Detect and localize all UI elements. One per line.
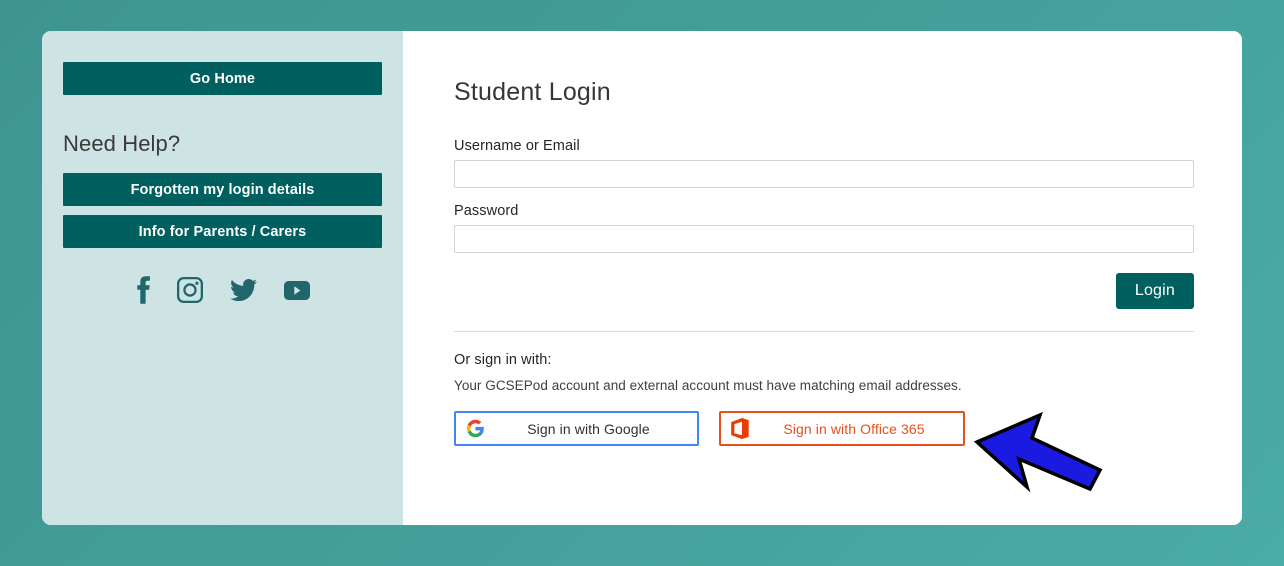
login-button-row: Login: [454, 273, 1194, 309]
sign-in-with-office-365-label: Sign in with Office 365: [783, 420, 925, 437]
facebook-icon[interactable]: [135, 276, 150, 304]
login-button[interactable]: Login: [1115, 273, 1194, 309]
or-sign-in-with-label: Or sign in with:: [454, 352, 552, 368]
twitter-icon[interactable]: [230, 278, 257, 302]
password-label: Password: [454, 203, 519, 219]
page-title: Student Login: [454, 78, 611, 106]
instagram-icon[interactable]: [177, 277, 203, 303]
need-help-heading: Need Help?: [63, 131, 181, 156]
matching-email-note: Your GCSEPod account and external accoun…: [454, 378, 962, 393]
office-365-icon: [721, 418, 759, 439]
go-home-button[interactable]: Go Home: [63, 62, 382, 95]
password-field-group: Password: [454, 203, 1194, 253]
social-links-row: [63, 276, 382, 304]
forgotten-login-details-button[interactable]: Forgotten my login details: [63, 173, 382, 206]
sidebar: Go Home Need Help? Forgotten my login de…: [42, 31, 403, 525]
username-field-group: Username or Email: [454, 138, 1194, 188]
login-form-panel: Student Login Username or Email Password…: [403, 31, 1242, 525]
sign-in-with-google-label: Sign in with Google: [527, 420, 650, 437]
sign-in-with-office-365-button[interactable]: Sign in with Office 365: [719, 411, 965, 446]
login-card: Go Home Need Help? Forgotten my login de…: [42, 31, 1242, 525]
oauth-buttons-row: Sign in with Google Sign in with Office …: [454, 411, 1194, 446]
password-input[interactable]: [454, 225, 1194, 253]
youtube-icon[interactable]: [284, 280, 310, 300]
section-divider: [454, 331, 1194, 332]
username-label: Username or Email: [454, 138, 580, 154]
google-icon: [456, 419, 494, 438]
info-for-parents-carers-button[interactable]: Info for Parents / Carers: [63, 215, 382, 248]
sign-in-with-google-button[interactable]: Sign in with Google: [454, 411, 699, 446]
username-input[interactable]: [454, 160, 1194, 188]
